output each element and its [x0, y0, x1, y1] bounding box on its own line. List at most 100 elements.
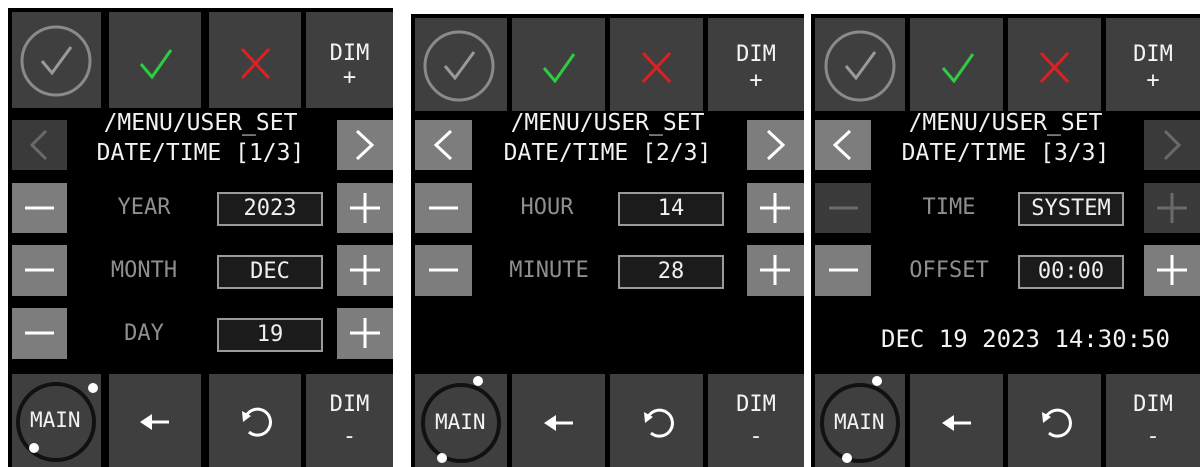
day-decrement-button[interactable] [12, 308, 67, 359]
dim-plus-sign: + [1146, 68, 1160, 93]
dim-plus-button[interactable]: DIM + [306, 12, 393, 108]
refresh-icon [1042, 408, 1072, 438]
page-subtitle: DATE/TIME [1/3] [96, 140, 305, 166]
back-button[interactable] [512, 374, 605, 467]
day-label: DAY [124, 321, 164, 346]
accept-all-button[interactable] [12, 12, 101, 108]
cancel-button[interactable] [610, 18, 703, 111]
refresh-icon [644, 408, 674, 438]
day-increment-button[interactable] [337, 308, 393, 359]
current-datetime: DEC 19 2023 14:30:50 [881, 325, 1170, 353]
main-label: MAIN [30, 408, 81, 432]
month-value: DEC [217, 255, 323, 289]
month-label: MONTH [110, 258, 178, 283]
year-decrement-button[interactable] [12, 183, 67, 233]
main-label: MAIN [435, 410, 486, 434]
dim-plus-label: DIM [329, 41, 370, 66]
dim-minus-button[interactable]: DIM - [306, 374, 393, 467]
offset-increment-button[interactable] [1144, 245, 1200, 296]
chevron-right-icon [355, 129, 375, 161]
dim-minus-sign: - [749, 424, 763, 449]
back-button[interactable] [109, 374, 201, 467]
arrow-left-icon [942, 415, 971, 431]
page-subtitle: DATE/TIME [3/3] [901, 140, 1110, 166]
panel-date-time-3: DIM + /MENU/USER_SET DATE/TIME [3/3] TIM… [811, 14, 1200, 467]
page-subtitle: DATE/TIME [2/3] [503, 140, 712, 166]
dim-minus-sign: - [342, 424, 357, 449]
plus-icon [350, 318, 380, 348]
minute-increment-button[interactable] [747, 245, 804, 296]
dim-minus-button[interactable]: DIM - [708, 374, 804, 467]
dim-plus-button[interactable]: DIM + [708, 18, 804, 111]
close-icon [641, 51, 672, 84]
time-increment-button[interactable] [1144, 183, 1200, 233]
refresh-button[interactable] [610, 374, 703, 467]
dim-plus-button[interactable]: DIM + [1106, 18, 1200, 111]
dim-minus-button[interactable]: DIM - [1106, 374, 1200, 467]
panel-date-time-2: DIM + /MENU/USER_SET DATE/TIME [2/3] HOU… [411, 14, 804, 467]
accept-all-button[interactable] [815, 18, 905, 111]
confirm-button[interactable] [512, 18, 605, 111]
refresh-icon [242, 407, 272, 437]
arrow-left-icon [140, 414, 169, 430]
circle-check-icon [824, 30, 896, 102]
dim-minus-label: DIM [736, 392, 776, 417]
dim-minus-label: DIM [1133, 392, 1173, 417]
time-value: SYSTEM [1018, 192, 1124, 226]
hour-decrement-button[interactable] [415, 183, 472, 233]
cancel-button[interactable] [209, 12, 301, 108]
month-decrement-button[interactable] [12, 245, 67, 296]
refresh-button[interactable] [1008, 374, 1101, 467]
offset-label: OFFSET [909, 258, 989, 283]
menu-path: /MENU/USER_SET [510, 110, 705, 136]
panel-date-time-1: DIM + /MENU/USER_SET DATE/TIME [1/3] YEA… [8, 8, 393, 467]
chevron-right-icon [766, 129, 786, 161]
close-icon [1039, 51, 1070, 84]
arrow-left-icon [544, 415, 573, 431]
plus-icon [350, 193, 380, 223]
circle-check-icon [20, 25, 92, 97]
confirm-button[interactable] [910, 18, 1003, 111]
month-increment-button[interactable] [337, 245, 393, 296]
hour-value: 14 [618, 192, 724, 226]
check-icon [542, 53, 576, 84]
next-page-button[interactable] [747, 120, 804, 170]
refresh-button[interactable] [209, 374, 301, 467]
hour-increment-button[interactable] [747, 183, 804, 233]
main-button[interactable]: MAIN [815, 374, 905, 467]
year-increment-button[interactable] [337, 183, 393, 233]
plus-icon [350, 255, 380, 285]
minus-icon [429, 206, 458, 210]
plus-icon [760, 255, 790, 285]
plus-icon [1157, 193, 1187, 223]
minute-decrement-button[interactable] [415, 245, 472, 296]
menu-path: /MENU/USER_SET [908, 110, 1103, 136]
dim-plus-label: DIM [736, 42, 776, 67]
back-button[interactable] [910, 374, 1003, 467]
dim-minus-sign: - [1146, 424, 1160, 449]
offset-decrement-button[interactable] [815, 245, 871, 296]
next-page-button[interactable] [337, 120, 393, 170]
menu-path: /MENU/USER_SET [103, 110, 298, 136]
dim-plus-label: DIM [1133, 42, 1173, 67]
chevron-right-icon [1163, 129, 1182, 161]
minus-icon [25, 268, 54, 272]
dim-minus-label: DIM [329, 392, 370, 417]
next-page-button[interactable] [1144, 120, 1200, 170]
main-button[interactable]: MAIN [415, 374, 507, 467]
minus-icon [829, 268, 858, 272]
check-icon [139, 49, 173, 80]
plus-icon [1157, 255, 1187, 285]
accept-all-button[interactable] [415, 18, 507, 111]
time-decrement-button[interactable] [815, 183, 871, 233]
cancel-button[interactable] [1008, 18, 1101, 111]
minus-icon [829, 206, 858, 210]
check-icon [941, 53, 975, 84]
day-value: 19 [217, 318, 323, 352]
hour-label: HOUR [520, 195, 574, 220]
confirm-button[interactable] [109, 12, 201, 108]
minute-value: 28 [618, 255, 724, 289]
main-button[interactable]: MAIN [12, 374, 101, 467]
close-icon [240, 47, 271, 80]
minus-icon [429, 268, 458, 272]
